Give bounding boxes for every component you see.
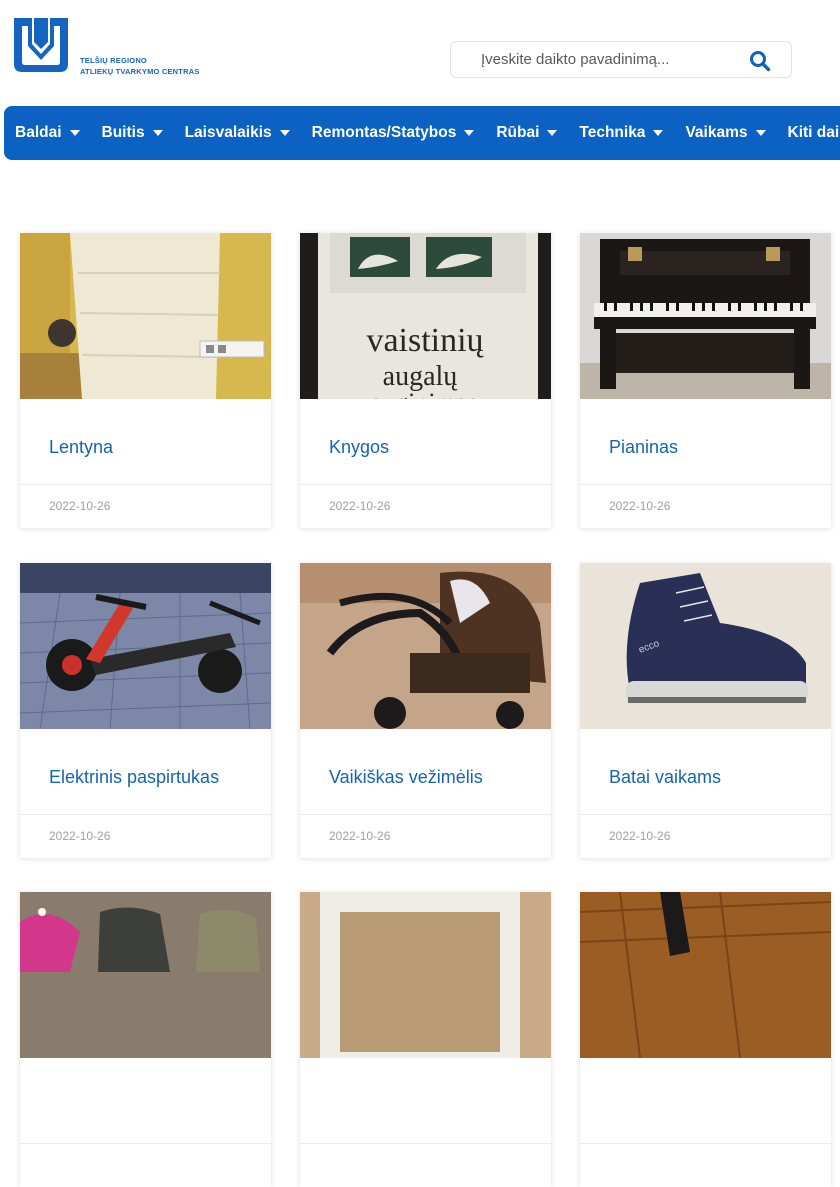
- chevron-down-icon: [464, 130, 474, 136]
- product-title[interactable]: Batai vaikams: [609, 767, 721, 788]
- nav-item-vaikams[interactable]: Vaikams: [674, 124, 776, 142]
- product-date: 2022-10-26: [329, 829, 390, 843]
- product-date: 2022-10-26: [49, 829, 110, 843]
- nav-item-technika[interactable]: Technika: [568, 124, 674, 142]
- header: TELŠIŲ REGIONO ATLIEKŲ TVARKYMO CENTRAS: [0, 0, 840, 100]
- product-card[interactable]: ecco Batai vaikams 2022-10-26: [580, 563, 831, 858]
- electric-scooter-photo[interactable]: [20, 563, 271, 729]
- nav-item-label: Rūbai: [496, 124, 539, 142]
- site-logo[interactable]: TELŠIŲ REGIONO ATLIEKŲ TVARKYMO CENTRAS: [10, 14, 210, 78]
- nav-item-baldai[interactable]: Baldai: [4, 124, 91, 142]
- nav-item-label: Vaikams: [685, 124, 747, 142]
- card-divider: [300, 484, 551, 485]
- wooden-floor-photo[interactable]: [580, 892, 831, 1058]
- product-card[interactable]: vaistinių augalų auginimas Knygos 2022-1…: [300, 233, 551, 528]
- card-divider: [580, 484, 831, 485]
- nav-item-label: Laisvalaikis: [185, 124, 272, 142]
- nav-item-label: Baldai: [15, 124, 62, 142]
- chevron-down-icon: [70, 130, 80, 136]
- product-card[interactable]: Lentyna 2022-10-26: [20, 233, 271, 528]
- category-nav: Baldai Buitis Laisvalaikis Remontas/Stat…: [4, 106, 840, 160]
- card-divider: [580, 814, 831, 815]
- chevron-down-icon: [153, 130, 163, 136]
- svg-text:auginimas: auginimas: [371, 388, 478, 399]
- product-title[interactable]: Vaikiškas vežimėlis: [329, 767, 483, 788]
- product-date: 2022-10-26: [609, 829, 670, 843]
- product-date: 2022-10-26: [609, 499, 670, 513]
- product-card[interactable]: [300, 892, 551, 1187]
- logo-text: TELŠIŲ REGIONO ATLIEKŲ TVARKYMO CENTRAS: [80, 55, 200, 77]
- product-title[interactable]: Elektrinis paspirtukas: [49, 767, 219, 788]
- clothes-photo[interactable]: [20, 892, 271, 1058]
- nav-item-label: Buitis: [102, 124, 145, 142]
- product-card[interactable]: Elektrinis paspirtukas 2022-10-26: [20, 563, 271, 858]
- chevron-down-icon: [653, 130, 663, 136]
- product-title[interactable]: Knygos: [329, 437, 389, 458]
- search-box: [450, 41, 792, 78]
- nav-item-label: Kiti daiktai: [788, 124, 840, 142]
- card-divider: [20, 1143, 271, 1144]
- svg-text:vaistinių: vaistinių: [366, 322, 484, 359]
- card-divider: [300, 814, 551, 815]
- nav-item-rubai[interactable]: Rūbai: [485, 124, 568, 142]
- card-divider: [580, 1143, 831, 1144]
- product-card[interactable]: [580, 892, 831, 1187]
- white-shelf-photo[interactable]: [20, 233, 271, 399]
- search-icon: [749, 50, 771, 72]
- nav-item-buitis[interactable]: Buitis: [91, 124, 174, 142]
- stroller-photo[interactable]: [300, 563, 551, 729]
- chevron-down-icon: [756, 130, 766, 136]
- product-title[interactable]: Pianinas: [609, 437, 678, 458]
- kids-shoes-photo[interactable]: ecco: [580, 563, 831, 729]
- product-card[interactable]: Pianinas 2022-10-26: [580, 233, 831, 528]
- product-card[interactable]: [20, 892, 271, 1187]
- product-title[interactable]: Lentyna: [49, 437, 113, 458]
- logo-line-2: ATLIEKŲ TVARKYMO CENTRAS: [80, 66, 200, 77]
- product-date: 2022-10-26: [329, 499, 390, 513]
- box-photo[interactable]: [300, 892, 551, 1058]
- chevron-down-icon: [280, 130, 290, 136]
- card-divider: [20, 484, 271, 485]
- piano-photo[interactable]: [580, 233, 831, 399]
- nav-item-label: Technika: [579, 124, 645, 142]
- nav-item-label: Remontas/Statybos: [312, 124, 457, 142]
- nav-item-kiti-daiktai[interactable]: Kiti daiktai: [777, 124, 840, 142]
- search-button[interactable]: [749, 50, 771, 72]
- books-photo[interactable]: vaistinių augalų auginimas: [300, 233, 551, 399]
- search-input[interactable]: [451, 42, 761, 77]
- logo-line-1: TELŠIŲ REGIONO: [80, 55, 200, 66]
- nav-item-remontas-statybos[interactable]: Remontas/Statybos: [301, 124, 486, 142]
- card-divider: [20, 814, 271, 815]
- logo-icon: [10, 14, 72, 76]
- nav-item-laisvalaikis[interactable]: Laisvalaikis: [174, 124, 301, 142]
- card-divider: [300, 1143, 551, 1144]
- product-card[interactable]: Vaikiškas vežimėlis 2022-10-26: [300, 563, 551, 858]
- product-date: 2022-10-26: [49, 499, 110, 513]
- chevron-down-icon: [547, 130, 557, 136]
